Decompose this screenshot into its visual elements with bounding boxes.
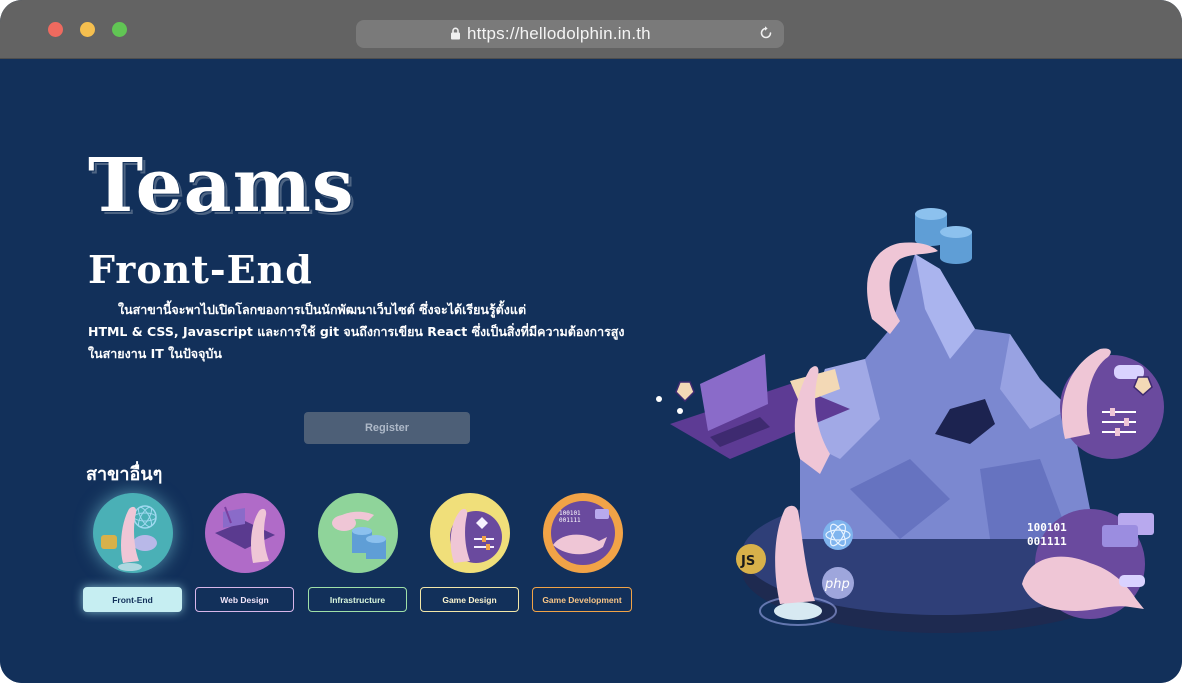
- browser-titlebar: https://hellodolphin.in.th: [0, 0, 1182, 59]
- pen-nib-icon: [675, 381, 695, 403]
- page-content: Teams Front-End ในสาขานี้จะพาไปเปิดโลกขอ…: [0, 59, 1182, 683]
- branch-thumb-front-end[interactable]: [93, 493, 173, 573]
- branch-title: Front-End: [88, 247, 313, 292]
- svg-text:JS: JS: [740, 554, 755, 569]
- maximize-window-button[interactable]: [112, 22, 127, 37]
- react-icon: [823, 520, 853, 550]
- lock-icon: [450, 25, 461, 44]
- svg-text:001111: 001111: [559, 517, 581, 524]
- branch-tab-web-design[interactable]: Web Design: [195, 587, 294, 612]
- branch-tab-infrastructure[interactable]: Infrastructure: [308, 587, 407, 612]
- binary-line: 001111: [1027, 535, 1067, 548]
- branch-tab-game-development[interactable]: Game Development: [532, 587, 632, 612]
- branch-tab-game-design[interactable]: Game Design: [420, 587, 519, 612]
- description-line: ในสาขานี้จะพาไปเปิดโลกของการเป็นนักพัฒนา…: [118, 302, 527, 317]
- deco-dot: [677, 408, 683, 414]
- water-splash: [774, 602, 822, 620]
- rock-mountain: [800, 254, 1090, 539]
- branch-thumb-infrastructure[interactable]: [318, 493, 398, 573]
- description-line: ในสายงาน IT ในปัจจุบัน: [88, 346, 222, 361]
- url-text: https://hellodolphin.in.th: [467, 24, 651, 43]
- database-icon: [915, 208, 972, 264]
- close-window-button[interactable]: [48, 22, 63, 37]
- branch-thumb-game-development[interactable]: 100101 001111: [543, 493, 623, 573]
- branch-thumb-game-design[interactable]: [430, 493, 510, 573]
- hero-illustration: 100101 001111 JS php: [650, 159, 1170, 643]
- branch-tab-front-end[interactable]: Front-End: [83, 587, 182, 612]
- page-title: Teams: [88, 143, 355, 229]
- code-bubble-icon: [1102, 525, 1138, 547]
- reload-icon[interactable]: [758, 25, 774, 45]
- browser-window: https://hellodolphin.in.th Teams Front-E…: [0, 0, 1182, 683]
- gamepad-icon-2: [1119, 575, 1145, 587]
- branch-description: ในสาขานี้จะพาไปเปิดโลกของการเป็นนักพัฒนา…: [88, 299, 648, 365]
- sliders-icon: [1102, 408, 1136, 436]
- other-branches-heading: สาขาอื่นๆ: [86, 464, 163, 485]
- svg-text:php: php: [824, 577, 850, 592]
- branch-thumb-web-design[interactable]: [205, 493, 285, 573]
- svg-text:100101: 100101: [559, 510, 581, 517]
- binary-line: 100101: [1027, 521, 1067, 534]
- deco-dot: [656, 396, 662, 402]
- address-bar[interactable]: https://hellodolphin.in.th: [356, 20, 784, 48]
- register-button[interactable]: Register: [304, 412, 470, 444]
- minimize-window-button[interactable]: [80, 22, 95, 37]
- description-line: HTML & CSS, Javascript และการใช้ git จนถ…: [88, 324, 625, 339]
